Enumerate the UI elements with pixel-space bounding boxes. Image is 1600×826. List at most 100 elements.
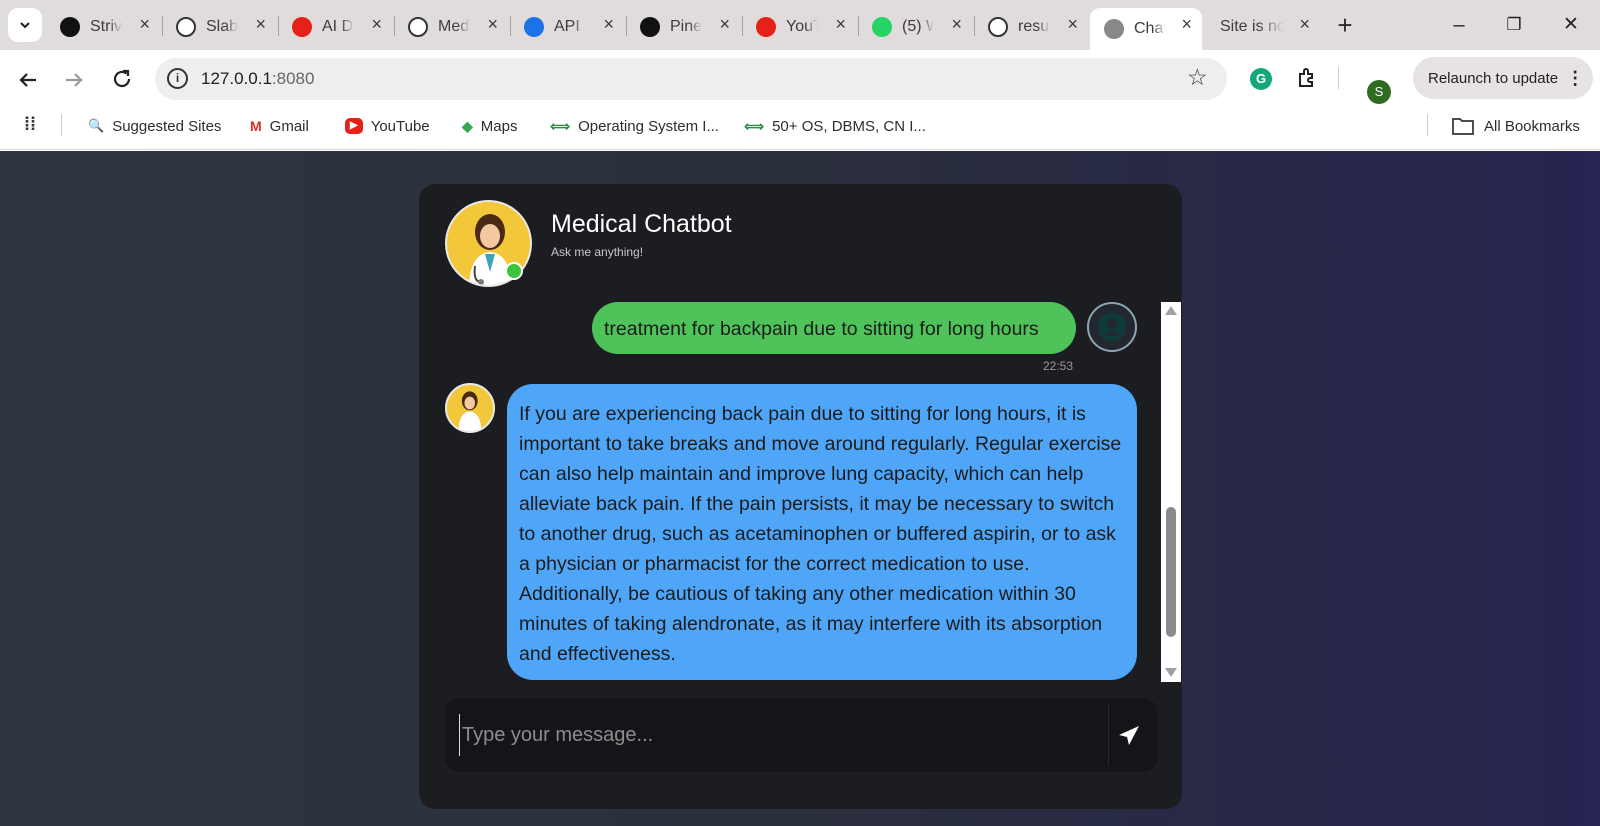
message-input[interactable] (459, 714, 1079, 756)
youtube-icon: ▶ (345, 118, 363, 134)
close-tab-icon[interactable]: × (719, 14, 730, 35)
bookmark-label: 50+ OS, DBMS, CN I... (772, 117, 926, 135)
extensions-icon[interactable] (1295, 66, 1319, 90)
bookmark-item[interactable]: 🔍 Suggested Sites (88, 114, 221, 138)
profile-avatar[interactable]: S (1367, 80, 1391, 104)
bookmark-label: Maps (480, 117, 518, 135)
close-tab-icon[interactable]: × (487, 14, 498, 35)
messages-area[interactable]: treatment for backpain due to sitting fo… (419, 302, 1182, 682)
browser-tab[interactable]: Site is not × (1206, 8, 1320, 46)
bookmark-item[interactable]: M Gmail (250, 114, 309, 138)
bookmark-item[interactable]: ▶ YouTube (345, 114, 430, 138)
tab-title: (5) WhatsApp (902, 18, 934, 35)
relaunch-button[interactable]: Relaunch to update ⋮ (1413, 57, 1593, 99)
reload-icon[interactable] (110, 67, 134, 91)
close-tab-icon[interactable]: × (1299, 14, 1310, 35)
browser-tab[interactable]: Striver × (46, 8, 160, 46)
site-info-icon[interactable]: i (167, 68, 188, 89)
close-tab-icon[interactable]: × (1181, 14, 1192, 35)
bookmark-label: YouTube (370, 117, 430, 135)
all-bookmarks-button[interactable]: All Bookmarks (1452, 114, 1580, 138)
new-tab-button[interactable]: + (1333, 8, 1357, 42)
tab-title: YouTube (786, 18, 818, 35)
all-bookmarks-label: All Bookmarks (1484, 117, 1580, 135)
input-divider (1108, 704, 1109, 766)
chat-scrollbar[interactable] (1161, 302, 1181, 682)
globe-icon (1104, 19, 1124, 39)
browser-tab[interactable]: resume × (974, 8, 1088, 46)
user-icon (1098, 313, 1126, 341)
apps-icon[interactable]: ⁞⁞ (24, 114, 36, 135)
url-host: 127.0.0.1 (201, 69, 272, 88)
tab-title: AI Doctor (322, 18, 354, 35)
bookmark-item[interactable]: ◆ Maps (462, 114, 517, 138)
maps-icon: ◆ (462, 117, 473, 134)
relaunch-label: Relaunch to update (1428, 69, 1559, 87)
scroll-up-icon[interactable] (1165, 306, 1177, 315)
browser-tab[interactable]: Pinecone × (626, 8, 740, 46)
tab-title: Slab (206, 18, 238, 35)
tab-title: Striver (90, 18, 122, 35)
bookmarks-divider (61, 114, 62, 136)
tab-title: resume (1018, 18, 1050, 35)
url-port: :8080 (271, 69, 315, 88)
close-tab-icon[interactable]: × (603, 14, 614, 35)
browser-tab[interactable]: YouTube × (742, 8, 856, 46)
user-message-text: treatment for backpain due to sitting fo… (604, 318, 1039, 340)
close-tab-icon[interactable]: × (835, 14, 846, 35)
close-tab-icon[interactable]: × (1067, 14, 1078, 35)
tuf-icon (60, 17, 80, 37)
browser-tab[interactable]: Chatbot × (1090, 8, 1202, 50)
bookmark-item[interactable]: ⟺ Operating System I... (550, 114, 719, 138)
close-tab-icon[interactable]: × (951, 14, 962, 35)
search-icon: 🔍 (88, 118, 105, 133)
browser-tab[interactable]: (5) WhatsApp × (858, 8, 972, 46)
bookmark-star-icon[interactable]: ☆ (1187, 64, 1208, 91)
user-message-time: 22:53 (1043, 359, 1074, 373)
tab-search-button[interactable] (8, 8, 42, 42)
send-icon[interactable] (1117, 724, 1141, 748)
grammarly-icon[interactable]: G (1250, 68, 1272, 90)
close-tab-icon[interactable]: × (371, 14, 382, 35)
tab-title: Chatbot (1134, 20, 1166, 37)
browser-tab[interactable]: AI Doctor × (278, 8, 392, 46)
chat-subtitle: Ask me anything! (551, 245, 644, 259)
globe-icon (524, 17, 544, 37)
tab-title: Medical (438, 18, 470, 35)
browser-tab[interactable]: API × (510, 8, 624, 46)
whatsapp-icon (872, 17, 892, 37)
bookmark-label: Suggested Sites (112, 117, 222, 135)
more-menu-icon[interactable]: ⋮ (1566, 68, 1584, 89)
message-input-container (445, 698, 1157, 772)
bookmark-item[interactable]: ⟺ 50+ OS, DBMS, CN I... (744, 114, 926, 138)
minimize-button[interactable]: – (1444, 10, 1474, 40)
bot-message-text: If you are experiencing back pain due to… (519, 403, 1122, 665)
tab-title: Site is not (1220, 18, 1284, 35)
user-message-bubble: treatment for backpain due to sitting fo… (592, 302, 1076, 354)
tab-title: Pinecone (670, 18, 702, 35)
bookmark-label: Operating System I... (578, 117, 719, 135)
chevron-down-icon (20, 22, 30, 29)
toolbar-divider (1338, 67, 1339, 89)
close-tab-icon[interactable]: × (139, 14, 150, 35)
gmail-icon: M (250, 118, 262, 134)
close-tab-icon[interactable]: × (255, 14, 266, 35)
online-status-dot (505, 262, 523, 280)
openai-icon (408, 17, 428, 37)
url-text[interactable]: 127.0.0.1:8080 (201, 69, 314, 89)
back-icon[interactable] (16, 68, 40, 92)
restore-button[interactable]: ❐ (1499, 10, 1529, 40)
chat-card: Medical Chatbot Ask me anything! treatme… (419, 184, 1182, 809)
folder-icon (1452, 118, 1474, 135)
scroll-thumb[interactable] (1166, 507, 1176, 637)
youtube-icon (756, 17, 776, 37)
browser-tab[interactable]: Slab × (162, 8, 276, 46)
bookmarks-divider-right (1427, 114, 1428, 136)
address-bar[interactable]: i 127.0.0.1:8080 ☆ (155, 58, 1227, 100)
scroll-down-icon[interactable] (1165, 668, 1177, 677)
close-window-button[interactable]: ✕ (1556, 10, 1586, 40)
browser-tab[interactable]: Medical × (394, 8, 508, 46)
forward-icon[interactable] (62, 68, 86, 92)
gfg-icon: ⟺ (744, 117, 765, 134)
grammarly-icon (988, 17, 1008, 37)
